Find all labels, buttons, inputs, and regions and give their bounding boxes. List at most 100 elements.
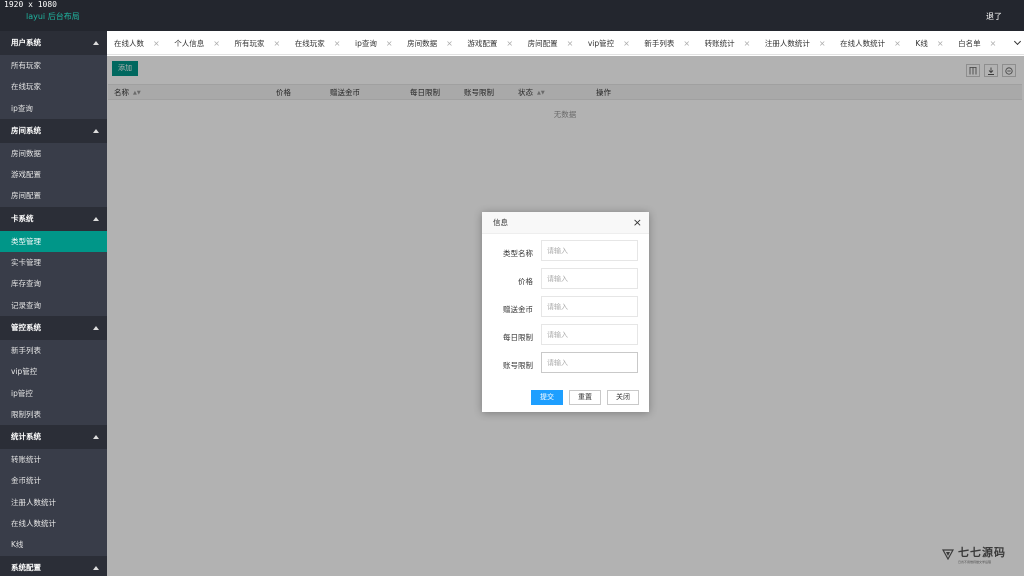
tab-label: 白名单 (958, 38, 981, 48)
tab-label: 转账统计 (704, 38, 735, 48)
chevron-down-icon (1013, 37, 1021, 46)
sidebar-item-online-players[interactable]: 在线玩家 (0, 76, 107, 97)
form-row-daily-limit: 每日限制 (482, 324, 649, 352)
tab-all-players[interactable]: 所有玩家 × (228, 31, 286, 54)
close-button[interactable]: 关闭 (607, 390, 639, 405)
sidebar-item-all-players[interactable]: 所有玩家 (0, 55, 107, 76)
sidebar-group-system[interactable]: 系统配置 (0, 555, 107, 576)
tab-label: ip查询 (355, 38, 377, 48)
submit-button[interactable]: 提交 (531, 390, 563, 405)
price-input[interactable] (541, 268, 638, 289)
daily-limit-input[interactable] (541, 324, 638, 345)
sidebar-item-real-card[interactable]: 实卡管理 (0, 252, 107, 273)
price-label: 价格 (518, 277, 533, 286)
sidebar-item-ip-query[interactable]: ip查询 (0, 98, 107, 119)
tab-online-stats[interactable]: 在线人数统计 × (833, 31, 906, 54)
sidebar-group-control[interactable]: 管控系统 (0, 315, 107, 340)
sidebar-group-label: 统计系统 (11, 432, 41, 442)
tab-room-config[interactable]: 房间配置 × (521, 31, 579, 54)
close-icon[interactable]: × (744, 39, 751, 48)
close-icon[interactable]: × (213, 39, 220, 48)
close-icon[interactable]: × (274, 39, 281, 48)
sidebar-group-user[interactable]: 用户系统 (0, 31, 107, 55)
sidebar-item-transfer-stats[interactable]: 转账统计 (0, 449, 107, 470)
tab-label: vip管控 (587, 38, 615, 48)
tab-register-stats[interactable]: 注册人数统计 × (758, 31, 831, 54)
sidebar-group-stats[interactable]: 统计系统 (0, 425, 107, 450)
sidebar-item-record-query[interactable]: 记录查询 (0, 295, 107, 316)
close-icon[interactable]: × (446, 39, 453, 48)
tab-personal-info[interactable]: 个人信息 × (167, 31, 225, 54)
tab-online-players[interactable]: 在线玩家 × (288, 31, 346, 54)
sidebar-item-room-data[interactable]: 房间数据 (0, 143, 107, 164)
close-icon[interactable]: × (633, 212, 642, 234)
form-row-bonus-coins: 赠送金币 (482, 296, 649, 324)
close-icon[interactable]: × (386, 39, 393, 48)
close-icon[interactable]: × (683, 39, 690, 48)
sidebar-group-label: 系统配置 (11, 562, 41, 572)
tab-label: 在线人数统计 (840, 38, 886, 48)
tab-ip-query[interactable]: ip查询 × (348, 31, 398, 54)
caret-up-icon (93, 565, 99, 570)
close-icon[interactable]: × (506, 39, 513, 48)
sidebar-group-label: 用户系统 (11, 38, 41, 47)
tab-game-config[interactable]: 游戏配置 × (460, 31, 518, 54)
type-name-input[interactable] (541, 240, 638, 261)
tab-label: 注册人数统计 (764, 38, 810, 48)
sidebar-item-vip-control[interactable]: vip管控 (0, 361, 107, 382)
sidebar-item-online-stats[interactable]: 在线人数统计 (0, 513, 107, 534)
dialog-buttons: 提交 重置 关闭 (531, 390, 639, 405)
tab-label: 房间配置 (527, 38, 558, 48)
tab-label: K线 (915, 38, 928, 48)
tab-vip-control[interactable]: vip管控 × (581, 31, 635, 54)
tab-newbie-list[interactable]: 新手列表 × (637, 31, 695, 54)
caret-up-icon (93, 435, 99, 440)
reset-button[interactable]: 重置 (569, 390, 601, 405)
tabs-more-button[interactable] (1010, 31, 1024, 54)
sidebar-item-room-config[interactable]: 房间配置 (0, 185, 107, 206)
sidebar-item-newbie-list[interactable]: 新手列表 (0, 340, 107, 361)
tab-online-count[interactable]: 在线人数 × (107, 31, 165, 54)
tab-transfer-stats[interactable]: 转账统计 × (698, 31, 756, 54)
sidebar: 用户系统 所有玩家 在线玩家 ip查询 房间系统 房间数据 游戏配置 房间配置 … (0, 31, 107, 576)
tab-label: 所有玩家 (234, 38, 265, 48)
info-dialog: 信息 × 类型名称 价格 赠送金币 每日限制 账号限制 提交 重置 关闭 (482, 212, 649, 412)
tab-label: 房间数据 (407, 38, 438, 48)
close-icon[interactable]: × (990, 39, 997, 48)
caret-up-icon (93, 216, 99, 221)
tab-label: 新手列表 (644, 38, 675, 48)
close-icon[interactable]: × (937, 39, 944, 48)
sidebar-item-ip-control[interactable]: ip管控 (0, 383, 107, 404)
sidebar-item-kline[interactable]: K线 (0, 534, 107, 555)
dialog-form: 类型名称 价格 赠送金币 每日限制 账号限制 (482, 234, 649, 380)
account-limit-input[interactable] (541, 352, 638, 373)
tab-whitelist[interactable]: 白名单 × (951, 31, 1001, 54)
bonus-coins-label: 赠送金币 (503, 305, 533, 314)
close-icon[interactable]: × (334, 39, 341, 48)
sidebar-group-card[interactable]: 卡系统 (0, 206, 107, 231)
app-logo[interactable]: layui 后台布局 (26, 11, 80, 22)
sidebar-item-stock-query[interactable]: 库存查询 (0, 273, 107, 294)
account-limit-label: 账号限制 (503, 361, 533, 370)
tab-room-data[interactable]: 房间数据 × (400, 31, 458, 54)
sidebar-item-coin-stats[interactable]: 金币统计 (0, 470, 107, 491)
sidebar-item-register-stats[interactable]: 注册人数统计 (0, 492, 107, 513)
close-icon[interactable]: × (894, 39, 901, 48)
sidebar-group-room[interactable]: 房间系统 (0, 118, 107, 143)
type-name-label: 类型名称 (503, 249, 533, 258)
tab-kline[interactable]: K线 × (908, 31, 948, 54)
tab-label: 个人信息 (174, 38, 205, 48)
sidebar-item-limit-list[interactable]: 限制列表 (0, 404, 107, 425)
sidebar-item-game-config[interactable]: 游戏配置 (0, 164, 107, 185)
close-icon[interactable]: × (567, 39, 574, 48)
close-icon[interactable]: × (623, 39, 630, 48)
tab-label: 游戏配置 (467, 38, 498, 48)
sidebar-item-type-manage[interactable]: 类型管理 (0, 230, 107, 253)
tab-label: 在线人数 (114, 38, 144, 48)
logout-link[interactable]: 退了 (986, 11, 1002, 22)
sidebar-group-label: 卡系统 (11, 213, 34, 223)
sidebar-group-label: 房间系统 (11, 125, 41, 135)
bonus-coins-input[interactable] (541, 296, 638, 317)
close-icon[interactable]: × (153, 39, 160, 48)
close-icon[interactable]: × (819, 39, 826, 48)
